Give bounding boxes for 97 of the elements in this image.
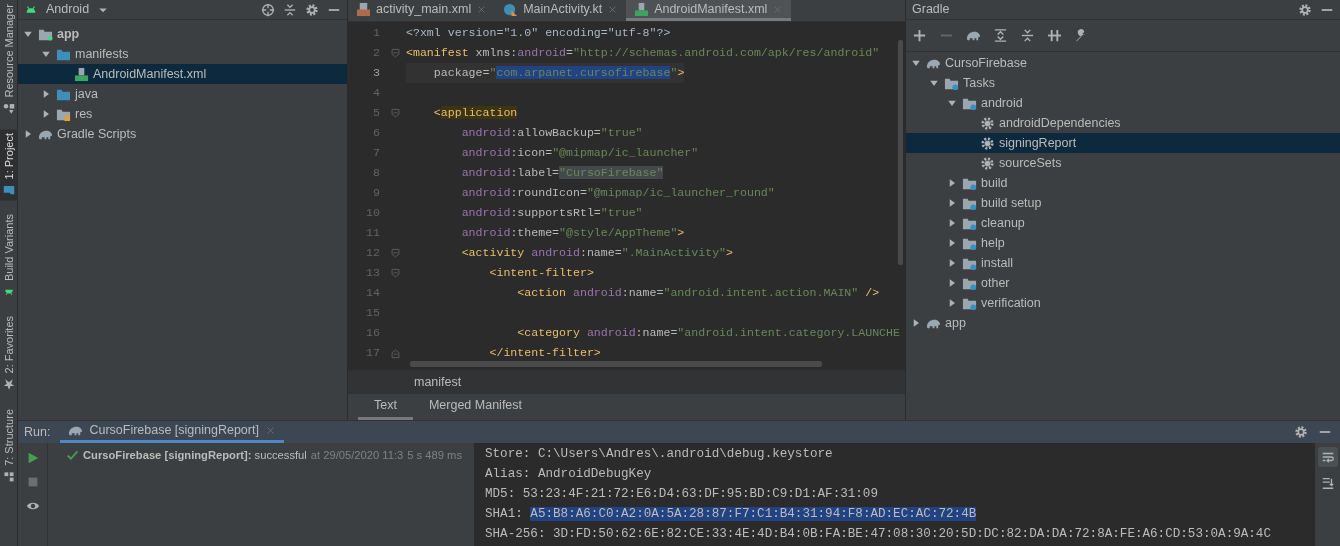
line-number: 9 — [372, 185, 381, 201]
fold-marker-icon[interactable] — [389, 107, 401, 119]
tree-item[interactable]: install — [906, 253, 1340, 273]
code-line: <?xml version="1.0" encoding="utf-8"?> — [406, 25, 671, 41]
tree-item[interactable]: androidDependencies — [906, 113, 1340, 133]
editor-tab[interactable]: MainActivity.kt — [495, 0, 627, 21]
panel-title: Gradle — [912, 1, 950, 19]
line-number: 8 — [372, 165, 381, 181]
folder-icon — [3, 184, 15, 197]
tool-window-tab[interactable]: Resource Manager — [0, 0, 18, 119]
tree-item[interactable]: verification — [906, 293, 1340, 313]
code-line: </intent-filter> — [488, 345, 601, 361]
toggle-offline-icon[interactable] — [1047, 28, 1062, 43]
manifest-file-icon — [74, 66, 89, 82]
code-line: android:allowBackup="true" — [460, 125, 643, 141]
tool-window-tab[interactable]: 7: Structure — [0, 404, 18, 487]
code-line: android:roundIcon="@mipmap/ic_launcher_round" — [460, 185, 775, 201]
tree-item[interactable]: Gradle Scripts — [18, 124, 347, 144]
tree-item[interactable]: android — [906, 93, 1340, 113]
fold-marker-icon[interactable] — [389, 347, 401, 359]
settings-icon[interactable] — [1298, 2, 1312, 17]
code-line: android:label="CursoFirebase" — [460, 165, 664, 181]
tree-item[interactable]: Tasks — [906, 73, 1340, 93]
editor-mode-tab[interactable]: Merged Manifest — [412, 394, 539, 420]
gear-icon — [980, 135, 995, 151]
fold-marker-icon[interactable] — [389, 47, 401, 59]
line-number: 7 — [372, 145, 381, 161]
line-number: 15 — [365, 305, 381, 321]
fold-marker-icon[interactable] — [389, 247, 401, 259]
xml-file-icon — [356, 1, 371, 17]
code-line: <activity android:name=".MainActivity"> — [460, 245, 734, 261]
kotlin-file-icon — [503, 1, 519, 17]
manifest-file-icon — [634, 1, 650, 17]
code-line: <application — [432, 105, 518, 121]
line-number: 17 — [365, 345, 381, 361]
line-number: 12 — [365, 245, 381, 261]
tree-item[interactable]: cleanup — [906, 213, 1340, 233]
breadcrumb[interactable]: manifest — [414, 373, 462, 392]
code-line: android:supportsRtl="true" — [460, 205, 643, 221]
console-line: SHA-256: 3D:FD:50:62:6E:82:CE:33:4E:4D:B4:0B:FA:BE:47:08:30:20:5D:DC:82:DA:DA:72:8A:FE:A6:CD:53:0A:9A:4C — [485, 526, 1272, 543]
gear-icon — [980, 115, 995, 131]
fold-marker-icon[interactable] — [389, 267, 401, 279]
tree-item[interactable]: java — [18, 84, 347, 104]
line-number: 10 — [365, 205, 381, 221]
tool-window-tab[interactable]: 1: Project — [0, 128, 18, 201]
console-line: Alias: AndroidDebugKey — [485, 466, 653, 483]
tree-item[interactable]: other — [906, 273, 1340, 293]
line-number: 3 — [372, 65, 381, 81]
scroll-to-end-icon[interactable] — [1320, 476, 1335, 490]
tool-window-tab[interactable]: 2: Favorites — [0, 312, 18, 395]
code-line: <intent-filter> — [488, 265, 594, 281]
view-dropdown[interactable]: Android — [46, 0, 110, 19]
tree-item[interactable]: signingReport — [906, 133, 1340, 153]
tree-item[interactable]: help — [906, 233, 1340, 253]
scrollbar[interactable] — [898, 40, 903, 265]
settings-icon[interactable] — [1294, 425, 1308, 439]
line-number: 5 — [372, 105, 381, 121]
shapes-icon — [3, 102, 15, 115]
code-line: <category android:name="android.intent.category.LAUNCHE — [516, 325, 900, 341]
tree-item[interactable]: manifests — [18, 44, 347, 64]
line-number: 16 — [365, 325, 381, 341]
settings-icon[interactable] — [305, 2, 319, 17]
line-number: 14 — [365, 285, 381, 301]
console-line: SHA1: A5:B8:A6:C0:A2:0A:5A:28:87:F7:C1:B4:31:94:F8:AD:EC:AC:72:4B — [485, 506, 978, 523]
collapse-all-icon[interactable] — [1020, 28, 1035, 43]
tree-item[interactable]: res — [18, 104, 347, 124]
scrollbar[interactable] — [410, 361, 822, 367]
tree-item[interactable]: app — [906, 313, 1340, 333]
structure-icon — [3, 470, 15, 483]
editor-tab[interactable]: AndroidManifest.xml — [626, 0, 792, 21]
tree-item[interactable]: app — [18, 24, 347, 44]
console-line: MD5: 53:23:4F:21:72:E6:D4:63:DF:95:BD:C9:D1:AF:31:09 — [485, 486, 879, 503]
tree-item[interactable]: CursoFirebase [signingReport]: successful at 29/05/2020 11:3 5 s 489 ms — [66, 445, 462, 465]
tree-item[interactable]: build setup — [906, 193, 1340, 213]
code-line: android:theme="@style/AppTheme"> — [460, 225, 685, 241]
line-number: 2 — [372, 45, 381, 61]
expand-all-icon[interactable] — [993, 28, 1008, 43]
star-icon — [3, 378, 15, 391]
tree-item[interactable]: sourceSets — [906, 153, 1340, 173]
collapse-all-icon[interactable] — [283, 2, 297, 17]
console-line: Store: C:\Users\Andres\.android\debug.keystore — [485, 446, 834, 463]
tree-item[interactable]: AndroidManifest.xml — [18, 64, 347, 84]
add-icon[interactable] — [912, 28, 927, 43]
tool-window-tab[interactable]: Build Variants — [0, 210, 18, 303]
code-line: <manifest xmlns:android="http://schemas.android.com/apk/res/android" — [406, 45, 880, 61]
soft-wrap-icon[interactable] — [1320, 450, 1335, 464]
line-number: 4 — [372, 85, 381, 101]
editor-tab[interactable]: activity_main.xml — [348, 0, 496, 21]
code-line: <action android:name="android.intent.action.MAIN" /> — [516, 285, 880, 301]
locate-icon[interactable] — [261, 2, 275, 17]
gear-icon — [980, 155, 995, 171]
code-line: android:icon="@mipmap/ic_launcher" — [460, 145, 699, 161]
panel-title: Run: — [24, 423, 51, 441]
tree-item[interactable]: CursoFirebase — [906, 53, 1340, 73]
line-number: 13 — [365, 265, 381, 281]
tree-item[interactable]: build — [906, 173, 1340, 193]
line-number: 6 — [372, 125, 381, 141]
